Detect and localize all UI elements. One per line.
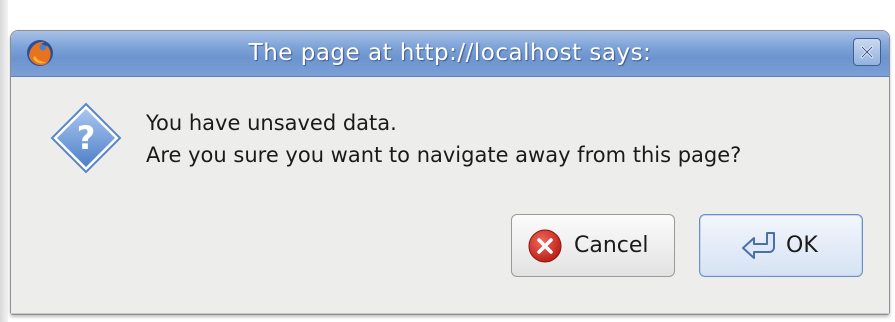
cancel-button[interactable]: Cancel <box>511 214 675 277</box>
ok-return-icon <box>740 229 786 263</box>
message-line: Are you sure you want to navigate away f… <box>146 143 742 167</box>
question-icon: ? <box>49 101 123 175</box>
background-page-edge <box>0 0 8 322</box>
cancel-label: Cancel <box>574 233 649 258</box>
message-line: You have unsaved data. <box>146 111 397 135</box>
cancel-icon <box>528 229 562 263</box>
dialog-titlebar[interactable]: The page at http://localhost says: <box>11 31 889 77</box>
divider <box>10 313 890 314</box>
close-button[interactable] <box>853 38 881 66</box>
alert-dialog: The page at http://localhost says: ? You… <box>10 30 890 315</box>
dialog-message: You have unsaved data. Are you sure you … <box>146 107 886 171</box>
ok-label: OK <box>786 233 818 258</box>
dialog-title: The page at http://localhost says: <box>248 40 652 66</box>
ok-button[interactable]: OK <box>699 214 863 277</box>
svg-text:?: ? <box>77 119 96 157</box>
screen: The page at http://localhost says: ? You… <box>0 0 895 322</box>
close-icon <box>860 45 874 59</box>
